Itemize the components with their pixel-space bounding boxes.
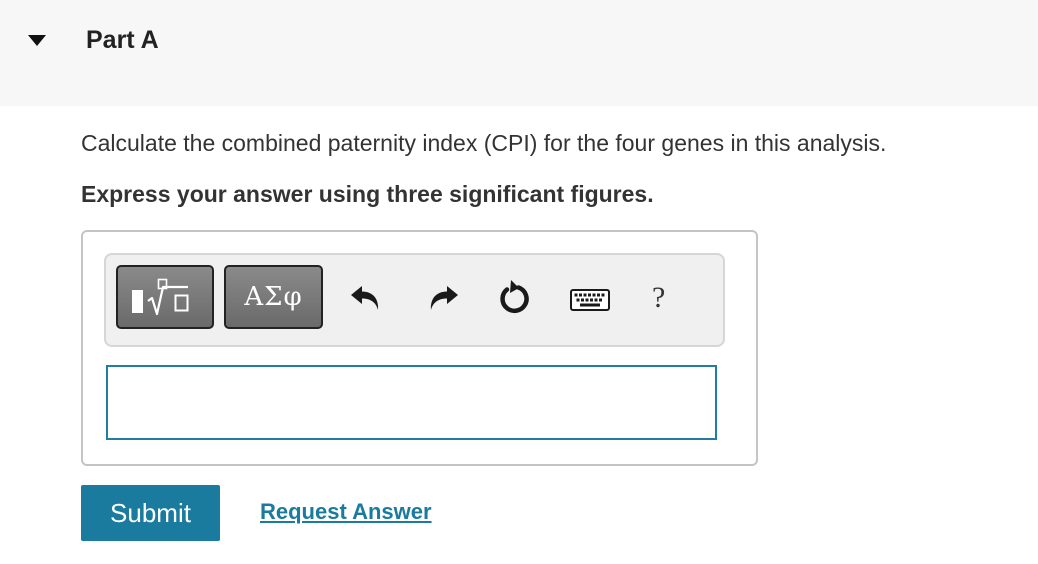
help-button[interactable]: ? (652, 280, 665, 316)
caret-down-icon[interactable] (26, 32, 48, 48)
part-title: Part A (86, 26, 159, 54)
symbols-label: ΑΣφ (244, 282, 303, 312)
templates-button[interactable] (116, 265, 214, 329)
answer-input[interactable] (106, 365, 717, 440)
request-answer-link[interactable]: Request Answer (260, 497, 432, 527)
math-templates-icon (132, 278, 189, 316)
reset-icon[interactable] (495, 278, 535, 318)
submit-button[interactable]: Submit (81, 485, 220, 541)
symbols-button[interactable]: ΑΣφ (224, 265, 323, 329)
question-prompt: Calculate the combined paternity index (… (81, 130, 887, 156)
keyboard-icon[interactable] (567, 278, 613, 318)
answer-instruction: Express your answer using three signific… (81, 181, 654, 207)
redo-icon[interactable] (422, 278, 462, 318)
undo-icon[interactable] (347, 278, 387, 318)
